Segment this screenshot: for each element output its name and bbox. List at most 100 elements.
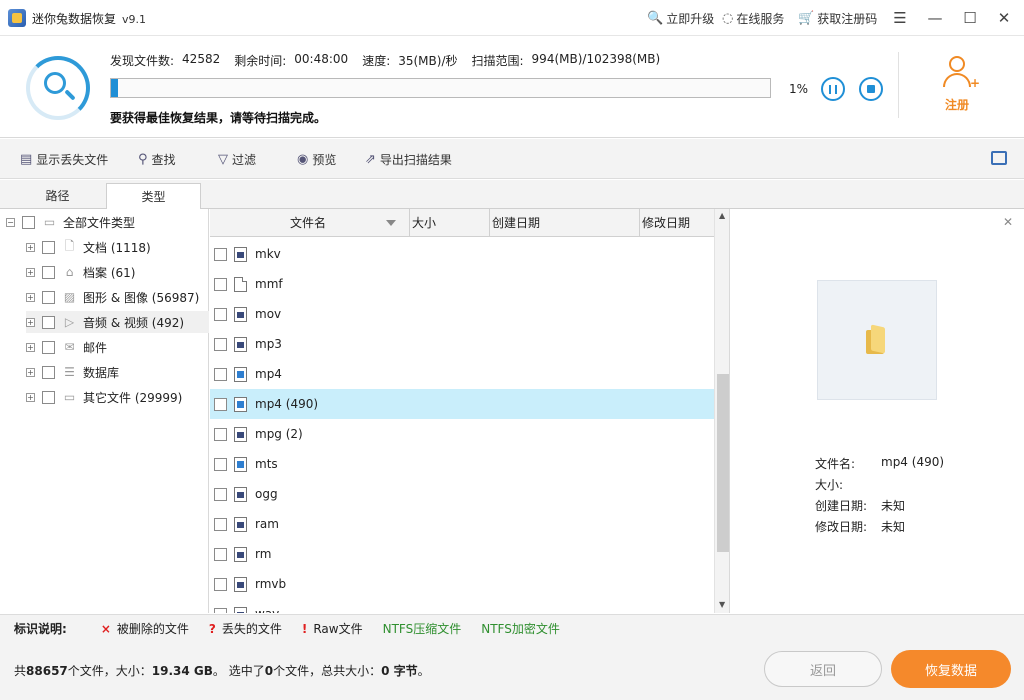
expand-icon[interactable]: + — [26, 292, 35, 302]
file-name: mp3 — [255, 337, 282, 351]
stop-button[interactable] — [859, 77, 883, 101]
tree-item-checkbox[interactable] — [42, 290, 55, 304]
legend-lost-label: 丢失的文件 — [221, 622, 282, 636]
mts-file-icon — [234, 456, 247, 472]
expand-icon[interactable]: + — [26, 242, 35, 252]
online-service-link[interactable]: ◌ 在线服务 — [722, 10, 784, 27]
row-checkbox[interactable] — [214, 487, 227, 501]
find-button[interactable]: ⚲ 查找 — [138, 151, 176, 168]
row-checkbox[interactable] — [214, 367, 227, 381]
preview-name-row: 文件名: mp4 (490) — [815, 455, 944, 472]
column-created[interactable]: 创建日期 — [490, 209, 640, 237]
table-row[interactable]: mkv — [210, 239, 714, 269]
upgrade-link[interactable]: 🔍 立即升级 — [647, 10, 714, 27]
expand-icon[interactable]: + — [26, 267, 35, 277]
table-row[interactable]: ram — [210, 509, 714, 539]
file-list-scrollbar[interactable]: ▲ ▼ — [714, 209, 729, 613]
video-file-icon — [234, 246, 247, 262]
maximize-button[interactable]: ☐ — [957, 6, 983, 30]
table-row[interactable]: mmf — [210, 269, 714, 299]
expand-icon[interactable]: + — [26, 392, 35, 402]
table-row[interactable]: ogg — [210, 479, 714, 509]
pause-button[interactable] — [821, 77, 845, 101]
key-icon: 🔍 — [647, 11, 664, 26]
collapse-icon[interactable]: − — [6, 217, 15, 227]
preview-button[interactable]: ◉ 预览 — [297, 151, 336, 168]
column-size[interactable]: 大小 — [410, 209, 490, 237]
folder-icon — [866, 324, 888, 354]
tree-item-media[interactable]: + ▷ 音频 & 视频 (492) — [26, 311, 209, 333]
expand-icon[interactable]: + — [26, 367, 35, 377]
table-row[interactable]: rm — [210, 539, 714, 569]
tree-item-checkbox[interactable] — [42, 240, 55, 254]
expand-icon[interactable]: + — [26, 342, 35, 352]
row-checkbox[interactable] — [214, 427, 227, 441]
table-row[interactable]: rmvb — [210, 569, 714, 599]
blank-file-icon — [234, 276, 247, 292]
tree-item-archives[interactable]: + ⌂ 档案 (61) — [26, 261, 235, 283]
view-tabs: 路径 类型 — [0, 180, 1024, 210]
legend-deleted-label: 被删除的文件 — [116, 622, 189, 636]
tree-item-checkbox[interactable] — [42, 340, 55, 354]
legend-ntfs-encrypted: NTFS加密文件 — [481, 622, 560, 636]
tree-item-database[interactable]: + ☰ 数据库 — [26, 361, 235, 383]
tree-item-mail[interactable]: + ✉ 邮件 — [26, 336, 235, 358]
close-button[interactable]: ✕ — [991, 6, 1017, 30]
scroll-up-icon[interactable]: ▲ — [719, 211, 725, 220]
expand-icon[interactable]: + — [26, 317, 35, 327]
table-row[interactable]: wav — [210, 599, 714, 613]
show-lost-files-button[interactable]: ▤ 显示丢失文件 — [20, 151, 108, 168]
database-icon: ☰ — [64, 365, 75, 379]
tree-item-documents[interactable]: + 🗋 文档 (1118) — [26, 236, 235, 258]
tree-root[interactable]: − ▭ 全部文件类型 — [6, 211, 215, 233]
tree-item-checkbox[interactable] — [42, 365, 55, 379]
table-row[interactable]: mts — [210, 449, 714, 479]
row-checkbox[interactable] — [214, 277, 227, 291]
app-title: 迷你兔数据恢复 v9.1 — [32, 10, 146, 27]
tab-type[interactable]: 类型 — [106, 183, 201, 210]
preview-size-label: 大小: — [815, 478, 844, 492]
table-row[interactable]: mp4 — [210, 359, 714, 389]
tab-path[interactable]: 路径 — [10, 183, 105, 209]
tree-item-checkbox[interactable] — [42, 265, 55, 279]
share-icon[interactable] — [991, 151, 1007, 165]
row-checkbox[interactable] — [214, 607, 227, 613]
row-checkbox[interactable] — [214, 577, 227, 591]
close-preview-icon[interactable]: ✕ — [1003, 215, 1013, 229]
get-code-link[interactable]: 🛒 获取注册码 — [798, 10, 877, 27]
scrollbar-thumb[interactable] — [717, 374, 729, 552]
scanning-magnifier-icon — [26, 56, 90, 120]
user-head-shape — [949, 56, 965, 72]
scroll-down-icon[interactable]: ▼ — [719, 600, 725, 609]
table-row[interactable]: mpg (2) — [210, 419, 714, 449]
row-checkbox[interactable] — [214, 517, 227, 531]
filter-button[interactable]: ▽ 过滤 — [218, 151, 256, 168]
file-name: mts — [255, 457, 278, 471]
table-row[interactable]: mov — [210, 299, 714, 329]
tree-item-other[interactable]: + ▭ 其它文件 (29999) — [26, 386, 235, 408]
column-modified[interactable]: 修改日期 — [640, 209, 714, 237]
back-button[interactable]: 返回 — [764, 651, 882, 687]
row-checkbox[interactable] — [214, 307, 227, 321]
audio-file-icon — [234, 606, 247, 613]
export-scan-button[interactable]: ⇗ 导出扫描结果 — [365, 151, 452, 168]
row-checkbox[interactable] — [214, 397, 227, 411]
row-checkbox[interactable] — [214, 337, 227, 351]
preview-panel: ✕ 文件名: mp4 (490) 大小: 创建日期: 未知 修改日期: 未知 — [731, 209, 1024, 613]
row-checkbox[interactable] — [214, 247, 227, 261]
tree-item-checkbox[interactable] — [42, 315, 55, 329]
row-checkbox[interactable] — [214, 457, 227, 471]
register-button[interactable]: + 注册 — [925, 56, 989, 113]
tree-item-images[interactable]: + ▨ 图形 & 图像 (56987) — [26, 286, 235, 308]
menu-button[interactable]: ☰ — [887, 6, 913, 30]
recover-data-button[interactable]: 恢复数据 — [891, 650, 1011, 688]
tree-root-checkbox[interactable] — [22, 215, 35, 229]
table-row[interactable]: mp3 — [210, 329, 714, 359]
table-row-selected[interactable]: mp4 (490) — [210, 389, 714, 419]
column-name[interactable]: 文件名 — [210, 209, 410, 237]
minimize-button[interactable]: — — [922, 6, 948, 30]
status-text-part: 。 — [417, 664, 430, 678]
row-checkbox[interactable] — [214, 547, 227, 561]
user-add-icon: + — [940, 56, 980, 90]
tree-item-checkbox[interactable] — [42, 390, 55, 404]
